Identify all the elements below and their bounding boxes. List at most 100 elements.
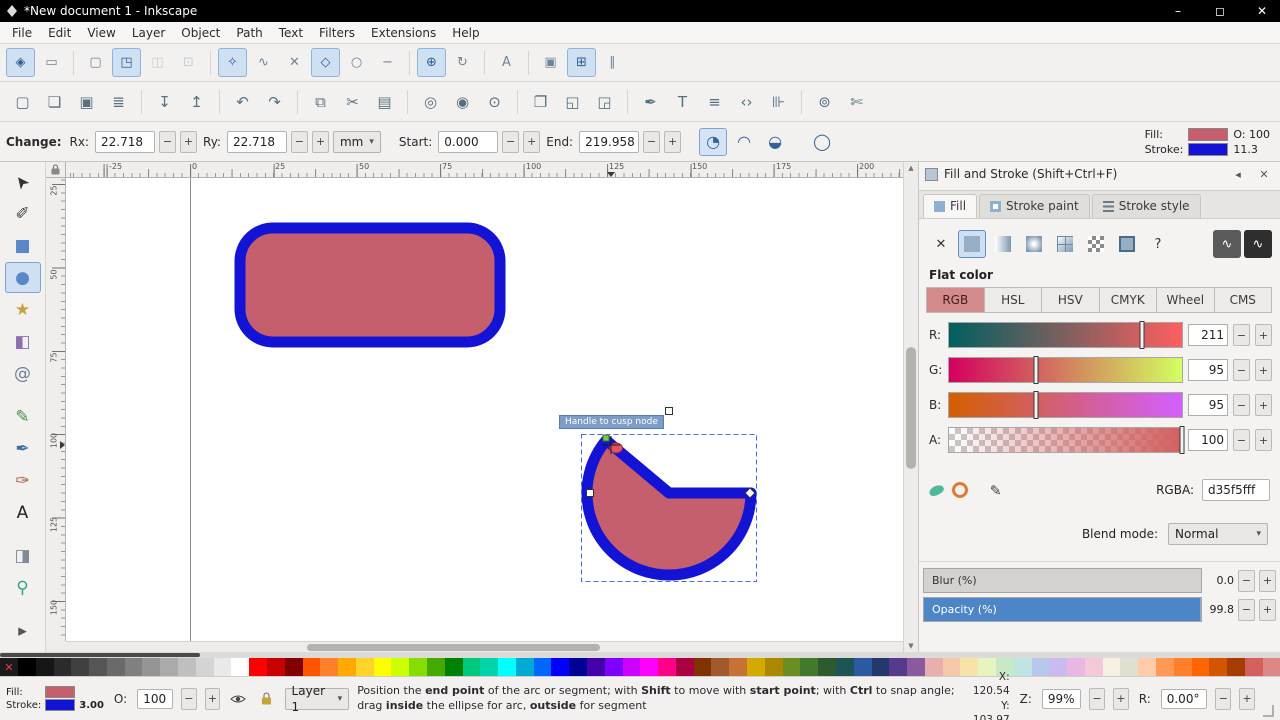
colorspace-tab[interactable]: CMS <box>1213 287 1272 313</box>
minimize-button[interactable]: – <box>1160 0 1196 22</box>
ruler-corner[interactable] <box>46 162 66 178</box>
swatch-button[interactable] <box>1113 230 1141 258</box>
pattern-button[interactable] <box>1082 230 1110 258</box>
increase-button[interactable]: + <box>1255 394 1272 416</box>
zoom-input[interactable]: 99% <box>1041 688 1082 709</box>
color-swatch[interactable] <box>338 658 356 676</box>
color-swatch[interactable] <box>89 658 107 676</box>
decrease-button[interactable]: − <box>1233 429 1250 451</box>
decrease-button[interactable]: − <box>1233 394 1250 416</box>
color-swatch[interactable] <box>124 658 143 676</box>
snap-path-intersections-button[interactable]: ✕ <box>280 48 309 77</box>
opacity-slider[interactable]: Opacity (%) <box>923 597 1202 622</box>
slider-value-input[interactable]: 100 <box>1188 429 1228 451</box>
radial-gradient-button[interactable] <box>1020 230 1048 258</box>
opacity-increase-button[interactable]: + <box>1259 598 1276 621</box>
vertical-ruler[interactable]: 25 50 75 100 125 150 <box>46 178 66 641</box>
layers-dialog-button[interactable]: ≡ <box>700 87 729 116</box>
snap-line-midpoints-button[interactable]: − <box>373 48 402 77</box>
find-button[interactable]: ⊚ <box>810 87 839 116</box>
opacity-status-input[interactable]: 100 <box>137 688 173 709</box>
snap-bbox-edge-midpoints-button[interactable]: ◫ <box>143 48 172 77</box>
make-whole-button[interactable]: ◯ <box>808 128 836 156</box>
ry-increase-button[interactable]: + <box>311 130 329 153</box>
scroll-down-button[interactable]: ▼ <box>904 642 918 650</box>
color-swatch[interactable] <box>1156 658 1174 676</box>
no-paint-button[interactable]: ✕ <box>927 230 955 258</box>
opacity-value[interactable]: 99.8 <box>1206 603 1235 616</box>
horizontal-ruler[interactable]: -25 0 25 50 75 100 125 150 175 200 <box>66 162 903 178</box>
rgba-input[interactable]: d35f5fff <box>1202 479 1270 501</box>
slice-button[interactable]: ◔ <box>699 127 728 156</box>
color-swatch[interactable] <box>551 658 570 676</box>
text-dialog-button[interactable]: T <box>668 87 697 116</box>
start-input[interactable]: 0.000 <box>438 130 499 153</box>
ry-input[interactable]: 22.718 <box>226 130 287 153</box>
swan-dark-button[interactable]: ∿ <box>1213 230 1241 258</box>
opacity-decrease-button[interactable]: − <box>1238 598 1255 621</box>
close-panel-button[interactable]: ✕ <box>1254 168 1274 181</box>
menu-item[interactable]: Layer <box>124 24 173 42</box>
colorspace-tab[interactable]: RGB <box>926 287 985 313</box>
redo-button[interactable]: ↷ <box>260 87 289 116</box>
color-swatch[interactable] <box>444 658 463 676</box>
palette-scrollbar-thumb[interactable] <box>0 653 200 657</box>
blend-mode-select[interactable]: Normal ▾ <box>1168 523 1268 545</box>
ry-decrease-button[interactable]: − <box>290 130 308 153</box>
color-swatch[interactable] <box>782 658 801 676</box>
tab-fill[interactable]: Fill <box>923 194 978 218</box>
slider-marker[interactable] <box>1033 391 1039 419</box>
menu-item[interactable]: Text <box>271 24 311 42</box>
maximize-button[interactable]: ◻ <box>1202 0 1238 22</box>
fill-swatch[interactable] <box>45 686 76 698</box>
resize-grip[interactable] <box>1262 705 1274 717</box>
close-button[interactable]: ✕ <box>1244 0 1280 22</box>
text-tool[interactable]: A <box>5 497 41 528</box>
fill-indicator-swatch[interactable] <box>1188 127 1229 141</box>
snap-rotation-centers-button[interactable]: ↻ <box>448 48 477 77</box>
ellipse-tool[interactable]: ● <box>4 262 41 293</box>
tab-stroke-paint[interactable]: Stroke paint <box>979 194 1090 218</box>
color-swatch[interactable] <box>587 658 605 676</box>
pen-tool[interactable]: ✒ <box>5 433 41 464</box>
color-swatch[interactable] <box>924 658 943 676</box>
print-button[interactable]: ≣ <box>104 87 133 116</box>
color-swatch[interactable] <box>640 658 659 676</box>
zoom-drawing-button[interactable]: ◉ <box>448 87 477 116</box>
color-swatch[interactable] <box>1049 658 1068 676</box>
clone-button[interactable]: ◱ <box>558 87 587 116</box>
color-swatch[interactable] <box>533 658 552 676</box>
rotation-increase-button[interactable]: + <box>1239 687 1255 710</box>
color-swatch[interactable] <box>142 658 161 676</box>
rotation-decrease-button[interactable]: − <box>1215 687 1232 710</box>
zoom-selection-button[interactable]: ◎ <box>416 87 445 116</box>
align-dialog-button[interactable]: ⊪ <box>764 87 793 116</box>
linear-gradient-button[interactable] <box>989 230 1017 258</box>
menu-item[interactable]: Filters <box>311 24 363 42</box>
decrease-button[interactable]: − <box>1233 324 1250 346</box>
arc-slice-object[interactable] <box>581 434 757 581</box>
color-swatch[interactable] <box>195 658 214 676</box>
increase-button[interactable]: + <box>1255 359 1272 381</box>
color-swatch[interactable] <box>409 658 427 676</box>
pencil-tool[interactable]: ✎ <box>5 401 41 432</box>
color-swatch[interactable] <box>302 658 321 676</box>
menu-item[interactable]: Path <box>228 24 270 42</box>
zoom-page-button[interactable]: ⊙ <box>480 87 509 116</box>
blur-increase-button[interactable]: + <box>1259 569 1276 592</box>
color-swatch[interactable] <box>711 658 730 676</box>
dropper-tool[interactable]: ⚲ <box>5 572 41 603</box>
menu-item[interactable]: Edit <box>40 24 79 42</box>
color-swatch[interactable] <box>391 658 410 676</box>
menu-item[interactable]: View <box>79 24 123 42</box>
arc-end-handle[interactable] <box>602 434 610 442</box>
star-tool[interactable]: ★ <box>5 294 41 325</box>
rx-decrease-button[interactable]: − <box>159 130 177 153</box>
radius-x-handle[interactable] <box>586 489 594 497</box>
blur-value[interactable]: 0.0 <box>1206 574 1235 587</box>
color-swatch[interactable] <box>622 658 641 676</box>
colorspace-tab[interactable]: Wheel <box>1156 287 1215 313</box>
color-swatch[interactable] <box>942 658 961 676</box>
snap-paths-button[interactable]: ∿ <box>249 48 278 77</box>
snap-bbox-corners-button[interactable]: ◳ <box>112 48 141 77</box>
